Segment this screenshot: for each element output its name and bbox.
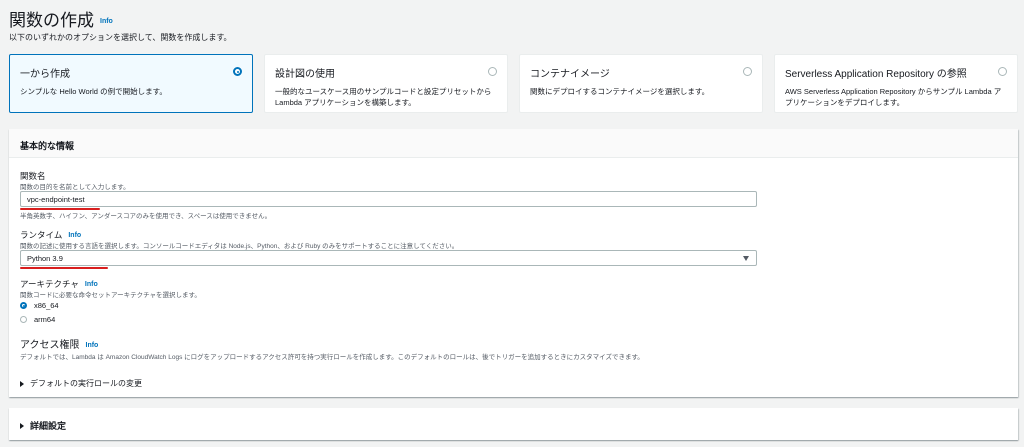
option-serverless-repo[interactable]: Serverless Application Repository の参照 AW…	[774, 54, 1018, 113]
option-desc: シンプルな Hello World の例で開始します。	[20, 87, 167, 96]
option-use-blueprint[interactable]: 設計図の使用 一般的なユースケース用のサンプルコードと設定プリセットから Lam…	[264, 54, 508, 113]
option-desc: 一般的なユースケース用のサンプルコードと設定プリセットから Lambda アプリ…	[275, 87, 492, 107]
runtime-select[interactable]: Python 3.9	[20, 250, 757, 266]
access-title: アクセス権限	[20, 340, 80, 351]
runtime-value: Python 3.9	[27, 254, 63, 263]
expander-label: デフォルトの実行ロールの変更	[30, 379, 142, 388]
page-title-wrap: 関数の作成 Info	[9, 6, 113, 31]
option-title: 一から作成	[20, 69, 70, 80]
page-title: 関数の作成	[9, 11, 94, 30]
radio-selected-icon[interactable]	[20, 302, 27, 309]
basic-info-panel: 基本的な情報 関数名 関数の目的を名前として入力します。 vpc-endpoin…	[9, 129, 1018, 397]
change-default-role-expander[interactable]: デフォルトの実行ロールの変更	[20, 378, 142, 389]
option-container-image[interactable]: コンテナイメージ 関数にデプロイするコンテナイメージを選択します。	[519, 54, 763, 113]
option-radio[interactable]	[488, 67, 497, 76]
function-name-desc: 関数の目的を名前として入力します。	[20, 184, 130, 191]
arch-radio-arm64[interactable]: arm64	[20, 315, 55, 324]
option-radio[interactable]	[998, 67, 1007, 76]
panel-header: 基本的な情報	[9, 129, 1018, 158]
arch-option-label: x86_64	[34, 301, 59, 310]
option-desc: AWS Serverless Application Repository から…	[785, 87, 1002, 107]
option-radio[interactable]	[743, 67, 752, 76]
page-subtitle: 以下のいずれかのオプションを選択して、関数を作成します。	[9, 33, 232, 42]
architecture-label: アーキテクチャ	[20, 279, 79, 289]
access-info-link[interactable]: Info	[86, 342, 99, 349]
red-underline-annotation	[20, 267, 108, 269]
arch-option-label: arm64	[34, 315, 56, 324]
architecture-info-link[interactable]: Info	[85, 281, 98, 288]
option-title: 設計図の使用	[275, 69, 335, 80]
radio-unselected-icon[interactable]	[20, 316, 27, 323]
runtime-label: ランタイム	[20, 230, 63, 240]
function-name-input[interactable]: vpc-endpoint-test	[20, 191, 757, 207]
function-name-hint: 半角英数字、ハイフン、アンダースコアのみを使用でき、スペースは使用できません。	[20, 213, 272, 220]
runtime-desc: 関数の記述に使用する言語を選択します。コンソールコードエディタは Node.js…	[20, 243, 459, 250]
caret-right-icon	[20, 380, 24, 387]
access-title-wrap: アクセス権限 Info	[20, 336, 98, 351]
advanced-settings-label: 詳細設定	[30, 421, 67, 431]
advanced-settings-panel: 詳細設定	[9, 408, 1018, 440]
caret-right-icon	[20, 422, 24, 429]
title-info-link[interactable]: Info	[100, 18, 113, 25]
caret-down-icon	[743, 256, 749, 261]
architecture-desc: 関数コードに必要な命令セットアーキテクチャを選択します。	[20, 292, 201, 299]
advanced-settings-expander[interactable]: 詳細設定	[20, 419, 1007, 432]
arch-radio-x86[interactable]: x86_64	[20, 301, 59, 310]
option-radio[interactable]	[233, 67, 242, 76]
option-title: コンテナイメージ	[530, 69, 610, 80]
runtime-info-link[interactable]: Info	[68, 232, 81, 239]
option-author-from-scratch[interactable]: 一から作成 シンプルな Hello World の例で開始します。	[9, 54, 253, 113]
access-desc: デフォルトでは、Lambda は Amazon CloudWatch Logs …	[20, 354, 644, 361]
option-desc: 関数にデプロイするコンテナイメージを選択します。	[530, 87, 710, 96]
option-title: Serverless Application Repository の参照	[785, 69, 967, 80]
